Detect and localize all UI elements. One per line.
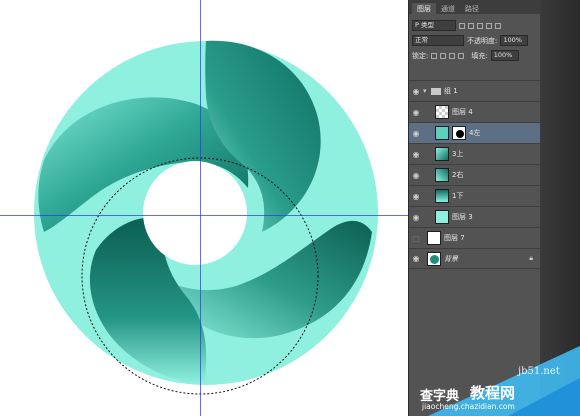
document-canvas[interactable] xyxy=(0,0,408,416)
layer-thumbnail xyxy=(435,126,449,140)
filter-type-icon[interactable] xyxy=(477,22,483,29)
fill-field[interactable]: 100% xyxy=(490,50,519,61)
layer-thumbnail xyxy=(427,231,441,245)
layer-name: 组 1 xyxy=(444,87,458,95)
layer-name: 图层 4 xyxy=(452,108,473,116)
panel-tabs: 图层 通道 路径 xyxy=(409,0,540,14)
layer-mask-thumbnail[interactable] xyxy=(452,126,466,140)
lock-icon: 🔒︎ xyxy=(529,254,533,262)
visibility-toggle-empty[interactable]: ▢ xyxy=(409,234,423,243)
layer-name: 背景 xyxy=(444,254,458,263)
blend-row: 正常 不透明度: 100% xyxy=(409,33,540,48)
layer-row-hidden[interactable]: ▢ 图层 7 xyxy=(409,227,541,248)
layer-row[interactable]: ◉ 1下 xyxy=(409,185,541,206)
visibility-eye-icon[interactable]: ◉ xyxy=(409,150,423,159)
circle-artwork xyxy=(34,40,378,395)
lock-transparent-icon[interactable] xyxy=(431,52,438,59)
lock-paint-icon[interactable] xyxy=(440,52,447,59)
blend-mode-select[interactable]: 正常 xyxy=(412,35,464,46)
visibility-eye-icon[interactable]: ◉ xyxy=(409,192,423,201)
watermark-site: jb51.net xyxy=(518,366,560,377)
layer-name: 3上 xyxy=(452,150,464,158)
vertical-guide[interactable] xyxy=(200,0,201,416)
layer-thumbnail xyxy=(435,147,449,161)
folder-icon xyxy=(431,87,441,95)
tab-layers[interactable]: 图层 xyxy=(412,3,436,14)
layer-row-background[interactable]: ◉ 背景 🔒︎ xyxy=(409,248,541,269)
layer-name: 1下 xyxy=(452,192,464,200)
lock-row: 锁定: 填充: 100% xyxy=(409,48,540,63)
layer-thumbnail xyxy=(427,251,441,266)
layer-row[interactable]: ◉ 2右 xyxy=(409,164,541,185)
filter-adjust-icon[interactable] xyxy=(468,22,474,29)
visibility-eye-icon[interactable]: ◉ xyxy=(409,171,423,180)
visibility-eye-icon[interactable]: ◉ xyxy=(409,213,423,222)
layer-thumbnail xyxy=(435,189,449,203)
layer-thumbnail xyxy=(435,105,449,119)
group-expand-icon[interactable]: ▾ xyxy=(423,87,431,95)
filter-kind-select[interactable]: P 类型 xyxy=(412,20,456,31)
layer-name: 4左 xyxy=(469,129,481,137)
filter-shape-icon[interactable] xyxy=(486,22,492,29)
lock-move-icon[interactable] xyxy=(449,52,456,59)
layer-row-selected[interactable]: ◉ 4左 xyxy=(409,122,541,143)
layer-name: 图层 7 xyxy=(444,234,465,242)
visibility-eye-icon[interactable]: ◉ xyxy=(409,108,423,117)
fill-label: 填充: xyxy=(471,51,488,60)
layer-row[interactable]: ◉ 3上 xyxy=(409,143,541,164)
layer-row[interactable]: ◉ 图层 4 xyxy=(409,101,541,122)
horizontal-guide[interactable] xyxy=(0,215,408,216)
visibility-eye-icon[interactable]: ◉ xyxy=(409,254,423,263)
layer-name: 图层 3 xyxy=(452,213,473,221)
center-hole xyxy=(143,161,247,265)
layer-thumbnail xyxy=(435,210,449,224)
layer-name: 2右 xyxy=(452,171,464,179)
tab-channels[interactable]: 通道 xyxy=(436,3,460,14)
lock-all-icon[interactable] xyxy=(458,52,465,59)
opacity-field[interactable]: 100% xyxy=(500,35,529,46)
visibility-eye-icon[interactable]: ◉ xyxy=(409,129,423,138)
filter-pixel-icon[interactable] xyxy=(459,22,465,29)
layer-row-group[interactable]: ◉ ▾ 组 1 xyxy=(409,80,541,101)
lock-label: 锁定: xyxy=(412,51,429,60)
watermark: 查字典 教程网 jb51.net jiaocheng.chazidian.com xyxy=(408,340,580,416)
filter-smart-icon[interactable] xyxy=(495,22,501,29)
tab-paths[interactable]: 路径 xyxy=(460,3,484,14)
watermark-brand-2: 教程网 xyxy=(470,384,516,402)
filter-row: P 类型 xyxy=(409,18,540,33)
watermark-url: jiaocheng.chazidian.com xyxy=(422,402,515,411)
visibility-eye-icon[interactable]: ◉ xyxy=(409,87,423,96)
layer-row[interactable]: ◉ 图层 3 xyxy=(409,206,541,227)
opacity-label: 不透明度: xyxy=(467,36,498,45)
layer-thumbnail xyxy=(435,168,449,182)
